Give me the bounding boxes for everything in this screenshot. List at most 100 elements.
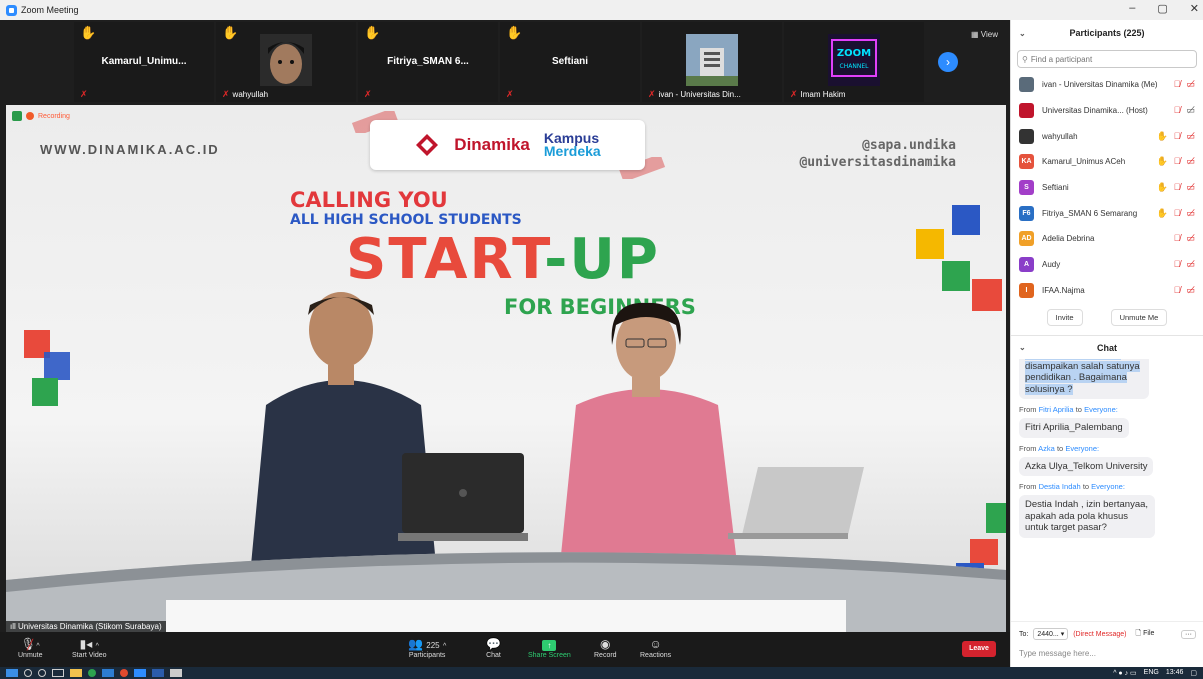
mic-muted-icon: 🎙̸ [1173, 156, 1181, 167]
next-page-button[interactable]: › [938, 52, 958, 72]
recipient-name[interactable]: Everyone: [1065, 444, 1099, 453]
participants-header: ⌄ Participants (225) [1011, 20, 1203, 46]
social-handle-1: @sapa.undika [862, 138, 956, 153]
sender-name[interactable]: Fitri Aprilia [1039, 405, 1074, 414]
record-button[interactable]: ◉ Record [594, 636, 617, 659]
participant-status-icons: 🎙̸ ▭̸ [1174, 285, 1195, 296]
participant-row[interactable]: wahyullah ✋ 🎙̸ ▭̸ [1011, 123, 1203, 149]
leave-button[interactable]: Leave [962, 641, 996, 657]
chevron-down-icon[interactable]: ⌄ [1019, 29, 1026, 38]
unmute-button[interactable]: 🎙╱ ^ Unmute [18, 636, 43, 659]
clock[interactable]: 13:46 [1166, 669, 1184, 677]
app-icon[interactable] [170, 669, 182, 677]
chat-message-input[interactable]: Type message here... [1019, 649, 1196, 658]
video-tile[interactable]: ✋ Fitriya_SMAN 6... ✗ [358, 22, 498, 102]
chevron-down-icon[interactable]: ⌄ [1019, 343, 1026, 352]
mic-muted-icon: 🎙̸ [1173, 233, 1181, 244]
chrome-icon[interactable] [88, 669, 96, 677]
active-speaker-video: Recording WWW.DINAMIKA.AC.ID @sapa.undik… [6, 105, 1006, 632]
laptop-left [398, 453, 528, 541]
video-tile[interactable]: ✋ Kamarul_Unimu... ✗ [74, 22, 214, 102]
participant-search[interactable]: ⚲ [1017, 50, 1197, 68]
participant-search-input[interactable] [1030, 54, 1181, 64]
to-word: to [1082, 482, 1090, 492]
dinamika-logo-icon [416, 134, 439, 156]
raised-hand-icon: ✋ [1156, 207, 1168, 218]
svg-text:CHANNEL: CHANNEL [840, 63, 870, 70]
participant-row[interactable]: F6 Fitriya_SMAN 6 Semarang ✋ 🎙̸ ▭̸ [1011, 200, 1203, 226]
video-off-icon: ▭̸ [1186, 284, 1195, 295]
reactions-button[interactable]: ☺ Reactions [640, 636, 671, 659]
minimize-button[interactable]: – [1129, 2, 1135, 15]
participant-status-icons: 🎙̸ ▭̸ [1174, 233, 1195, 244]
unmute-me-button[interactable]: Unmute Me [1110, 309, 1168, 327]
video-tile[interactable]: ZOOM CHANNEL ✗ Imam Hakim [784, 22, 924, 102]
participant-video-thumbnail [260, 34, 312, 86]
shield-icon [12, 111, 22, 121]
notification-icon[interactable]: ▢ [1190, 669, 1197, 677]
mic-muted-icon: ✗ [790, 89, 798, 99]
participant-row[interactable]: I IFAA.Najma 🎙̸ ▭̸ [1011, 278, 1203, 304]
chat-messages: point-point yang sudah disampaikan salah… [1011, 359, 1203, 584]
more-options-button[interactable]: ··· [1181, 629, 1196, 639]
logo-dinamika-text: Dinamika [454, 135, 530, 154]
participant-row[interactable]: S Seftiani ✋ 🎙̸ ▭̸ [1011, 175, 1203, 201]
video-off-icon: ▭̸ [1186, 130, 1195, 141]
word-icon[interactable] [152, 669, 164, 677]
participant-list: ivan - Universitas Dinamika (Me) 🎙̸ ▭̸ Univ… [1011, 72, 1203, 303]
recording-indicator: Recording [12, 111, 70, 121]
video-tile[interactable]: ✗ ivan - Universitas Din... [642, 22, 782, 102]
avatar [1019, 103, 1034, 119]
mic-muted-icon: 🎙̸ [1173, 207, 1181, 218]
record-label: Record [594, 652, 617, 659]
task-view-icon[interactable] [52, 669, 64, 677]
start-menu-icon[interactable] [6, 669, 18, 677]
invite-button[interactable]: Invite [1046, 309, 1083, 327]
participant-name: Seftiani [1042, 183, 1069, 193]
video-tile[interactable]: ✋ ✗ wahyullah [216, 22, 356, 102]
view-button[interactable]: ▦ View [971, 30, 998, 39]
to-word: to [1075, 405, 1082, 415]
start-video-button[interactable]: ▮◂ ^ Start Video [72, 636, 107, 659]
participants-button[interactable]: 👥 225 ^ Participants [408, 636, 446, 659]
zoom-taskbar-icon[interactable] [134, 669, 146, 677]
participant-name: wahyullah [1042, 131, 1078, 141]
zoom-logo-icon [6, 4, 17, 16]
mic-muted-icon: 🎙̸ [1173, 284, 1181, 295]
video-off-icon: ▭̸ [1186, 156, 1195, 167]
share-screen-button[interactable]: ↑ Share Screen [528, 636, 571, 659]
video-tile[interactable]: ✋ Seftiani ✗ [500, 22, 640, 102]
participant-name: IFAA.Najma [1042, 285, 1085, 295]
sender-name[interactable]: Azka [1038, 444, 1055, 453]
app-icon[interactable] [120, 669, 128, 677]
search-icon[interactable] [24, 669, 32, 677]
file-explorer-icon[interactable] [70, 669, 82, 677]
start-video-label: Start Video [72, 652, 107, 659]
avatar: S [1019, 180, 1034, 196]
participant-row[interactable]: A Audy 🎙̸ ▭̸ [1011, 252, 1203, 278]
sender-name[interactable]: Destia Indah [1039, 482, 1081, 491]
participant-row[interactable]: KA Kamarul_Unimus ACeh ✋ 🎙̸ ▭̸ [1011, 149, 1203, 175]
participant-row[interactable]: AD Adelia Debrina 🎙̸ ▭̸ [1011, 226, 1203, 252]
participant-status-icons: ✋ 🎙̸ ▭̸ [1157, 208, 1195, 219]
participant-status-icons: ✋ 🎙̸ ▭̸ [1157, 182, 1195, 193]
file-button[interactable]: 🗋 File [1136, 629, 1155, 640]
recipient-name[interactable]: Everyone: [1084, 405, 1118, 414]
chat-button[interactable]: 💬 Chat [486, 636, 501, 659]
title-bar: Zoom Meeting – ▢ ✕ [0, 0, 1203, 20]
mic-muted-icon: ✗ [222, 89, 230, 99]
language-indicator[interactable]: ENG [1144, 669, 1159, 677]
recipient-name[interactable]: Everyone: [1091, 482, 1125, 491]
right-sidebar: ⌄ Participants (225) ⚲ ivan - Universita… [1010, 20, 1203, 667]
participant-row[interactable]: ivan - Universitas Dinamika (Me) 🎙̸ ▭̸ [1011, 72, 1203, 98]
speaker-name: Universitas Dinamika (Stikom Surabaya) [18, 622, 162, 631]
participant-row[interactable]: Universitas Dinamika... (Host) 🎙̸ ▭̸ [1011, 98, 1203, 124]
cortana-icon[interactable] [38, 669, 46, 677]
system-tray: ^ ● ♪ ▭ ENG 13:46 ▢ [1113, 669, 1197, 677]
recipient-select[interactable]: 2440... ▾ [1033, 628, 1069, 640]
restore-button[interactable]: ▢ [1157, 2, 1167, 15]
vscode-icon[interactable] [102, 669, 114, 677]
chat-message-sender: From Destia Indah to Everyone: [1019, 482, 1195, 491]
decorative-squares-right [916, 205, 1002, 311]
close-button[interactable]: ✕ [1190, 2, 1199, 15]
